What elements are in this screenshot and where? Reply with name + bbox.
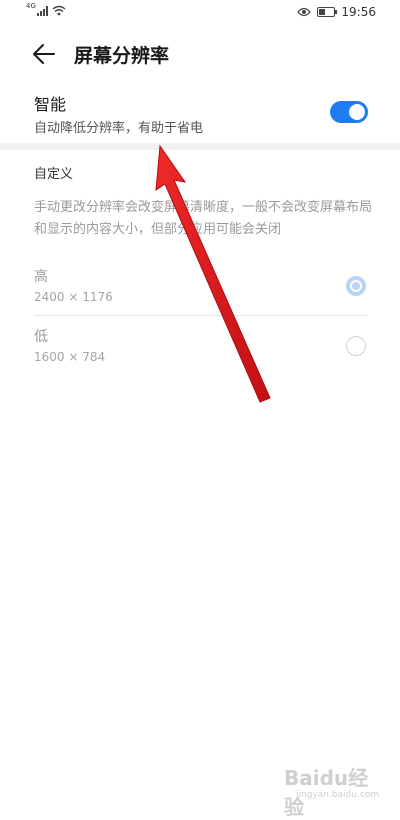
page-title: 屏幕分辨率 — [74, 45, 170, 67]
radio-unselected[interactable] — [346, 336, 366, 356]
status-bar: 4G 19:56 — [0, 0, 400, 26]
title-bar: 屏幕分辨率 — [0, 30, 400, 78]
section-divider — [0, 143, 400, 150]
option-low[interactable]: 低 1600 × 784 — [0, 322, 400, 380]
option-resolution: 2400 × 1176 — [34, 290, 113, 304]
status-left: 4G — [26, 2, 66, 16]
smart-toggle[interactable] — [330, 101, 368, 123]
smart-description: 自动降低分辨率，有助于省电 — [34, 121, 204, 136]
custom-description: 手动更改分辨率会改变屏幕清晰度，一般不会改变屏幕布局和显示的内容大小，但部分应用… — [34, 200, 373, 237]
network-type-label: 4G — [26, 2, 36, 10]
toggle-knob — [349, 104, 365, 120]
status-right: 19:56 — [297, 5, 376, 19]
baidu-watermark: Baidu经验 jingyan.baidu.com — [284, 762, 388, 819]
signal-icon — [36, 6, 48, 16]
wifi-icon — [52, 5, 66, 16]
clock: 19:56 — [341, 5, 376, 19]
option-label: 低 — [34, 329, 48, 345]
option-label: 高 — [34, 269, 48, 285]
back-arrow-icon[interactable] — [30, 40, 58, 68]
watermark-url: jingyan.baidu.com — [296, 790, 380, 800]
option-resolution: 1600 × 784 — [34, 350, 106, 364]
option-divider — [34, 315, 368, 316]
smart-title: 智能 — [34, 95, 67, 114]
smart-resolution-row[interactable]: 智能 自动降低分辨率，有助于省电 — [0, 84, 400, 140]
battery-icon — [317, 7, 338, 17]
custom-section-header: 自定义 — [34, 167, 74, 182]
eye-icon — [297, 7, 312, 17]
radio-selected[interactable] — [346, 276, 366, 296]
option-high[interactable]: 高 2400 × 1176 — [0, 262, 400, 320]
